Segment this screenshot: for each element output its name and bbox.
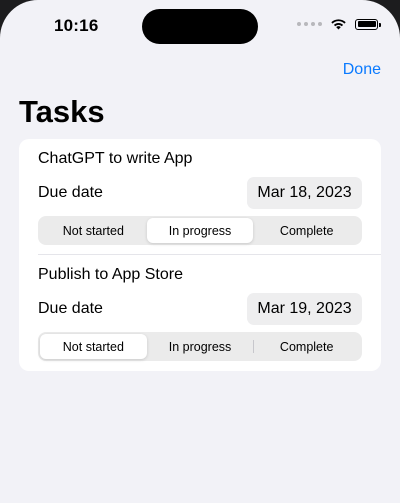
task-list: ChatGPT to write App Due date Mar 18, 20… bbox=[19, 139, 381, 371]
status-option-complete[interactable]: Complete bbox=[253, 218, 360, 243]
status-option-not-started[interactable]: Not started bbox=[40, 334, 147, 359]
screen: 10:16 Done Tasks ChatGPT to write App Du… bbox=[0, 0, 400, 503]
status-segmented-control: Not started In progress Complete bbox=[38, 332, 362, 361]
due-date-label: Due date bbox=[38, 184, 103, 201]
task-name[interactable]: Publish to App Store bbox=[38, 266, 183, 284]
wifi-icon bbox=[331, 19, 346, 30]
status-segmented-control: Not started In progress Complete bbox=[38, 216, 362, 245]
status-option-complete[interactable]: Complete bbox=[253, 334, 360, 359]
status-bar-time: 10:16 bbox=[54, 16, 99, 35]
status-option-in-progress[interactable]: In progress bbox=[147, 334, 254, 359]
due-date-label: Due date bbox=[38, 300, 103, 317]
signal-dots-icon bbox=[297, 22, 322, 26]
due-date-picker[interactable]: Mar 18, 2023 bbox=[247, 177, 362, 209]
status-option-in-progress[interactable]: In progress bbox=[146, 218, 254, 243]
task-row: ChatGPT to write App Due date Mar 18, 20… bbox=[19, 139, 381, 255]
dynamic-island bbox=[142, 9, 258, 44]
status-option-not-started[interactable]: Not started bbox=[40, 218, 147, 243]
battery-icon bbox=[355, 18, 381, 30]
due-date-picker[interactable]: Mar 19, 2023 bbox=[247, 293, 362, 325]
status-bar-icons bbox=[297, 18, 381, 30]
done-button[interactable]: Done bbox=[343, 61, 381, 79]
task-row: Publish to App Store Due date Mar 19, 20… bbox=[19, 255, 381, 371]
page-title: Tasks bbox=[19, 94, 105, 129]
task-name[interactable]: ChatGPT to write App bbox=[38, 150, 192, 168]
